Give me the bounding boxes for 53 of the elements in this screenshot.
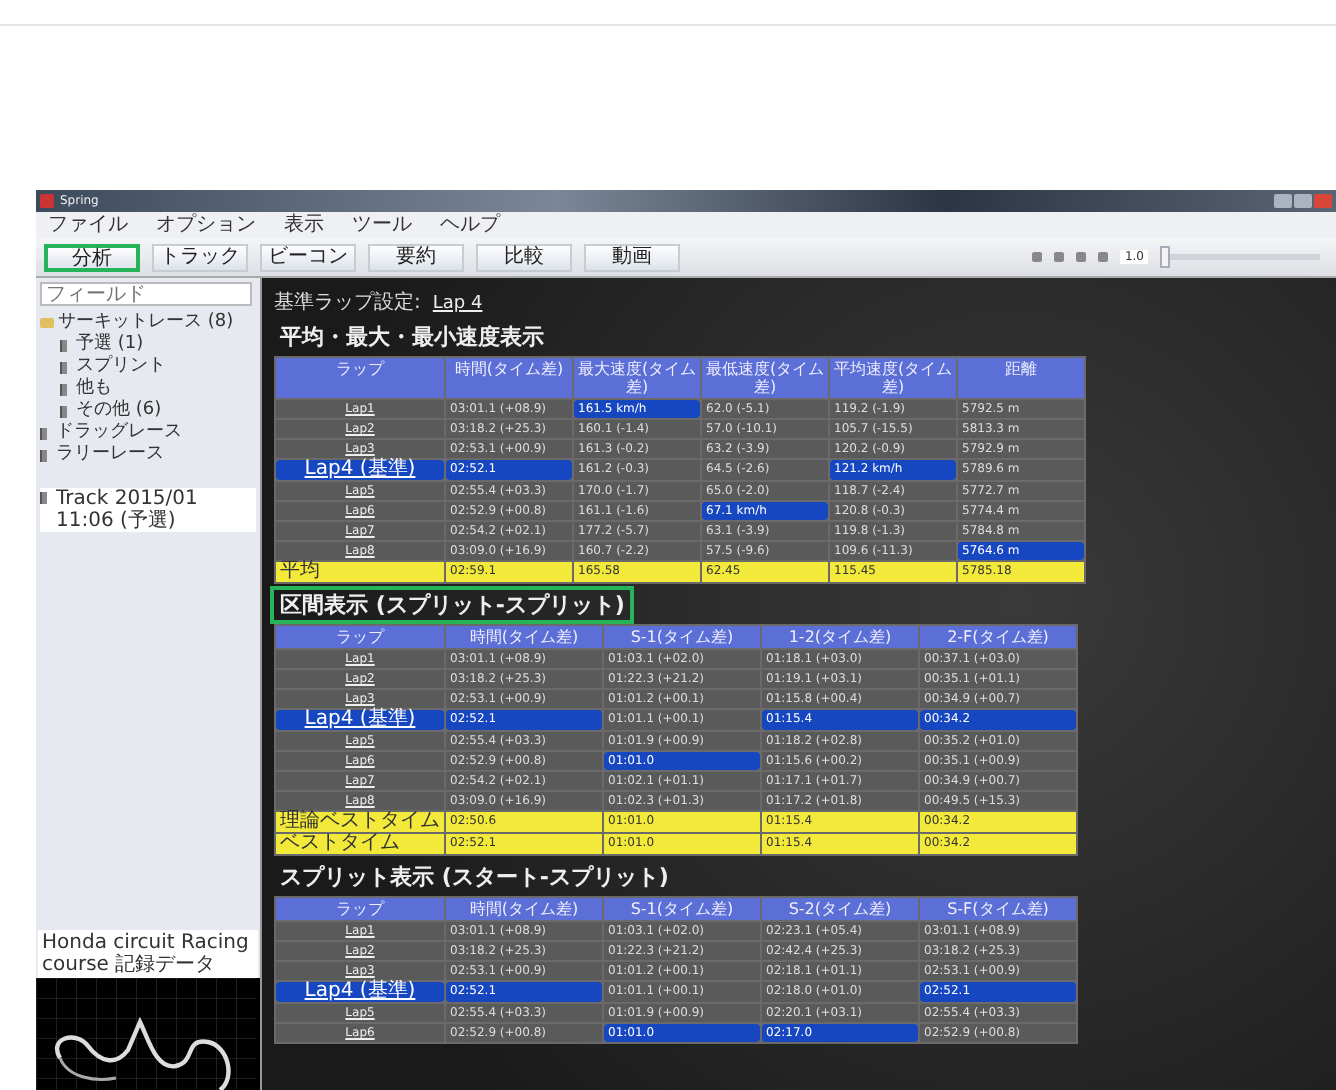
slider-thumb[interactable] bbox=[1160, 246, 1170, 268]
tree-item[interactable]: 他も bbox=[76, 378, 112, 400]
column-header: S-2(タイム差) bbox=[762, 898, 918, 920]
tree-item[interactable]: スプリント bbox=[76, 356, 166, 378]
lap-link[interactable]: Lap4 (基準) bbox=[276, 460, 444, 480]
close-button[interactable] bbox=[1314, 194, 1332, 208]
menu-item[interactable]: ツール bbox=[352, 215, 412, 235]
reference-lap-link[interactable]: Lap 4 bbox=[432, 294, 483, 314]
tree-item[interactable]: サーキットレース (8) bbox=[58, 312, 234, 334]
menu-item[interactable]: オプション bbox=[156, 215, 256, 235]
column-header: S-1(タイム差) bbox=[604, 626, 760, 648]
column-header: 時間(タイム差) bbox=[446, 358, 572, 398]
section-heading: 平均・最大・最小速度表示 bbox=[278, 322, 546, 352]
tree-item[interactable]: その他 (6) bbox=[76, 400, 162, 422]
toolbar-button[interactable]: 動画 bbox=[584, 243, 680, 271]
column-header: 1-2(タイム差) bbox=[762, 626, 918, 648]
flag-icon bbox=[40, 492, 52, 504]
column-header: 最大速度(タイム差) bbox=[574, 358, 700, 398]
toolbar-button[interactable]: 要約 bbox=[368, 243, 464, 271]
column-header: 時間(タイム差) bbox=[446, 898, 602, 920]
menu-item[interactable]: 表示 bbox=[284, 215, 324, 235]
toolbar-button[interactable]: ビーコン bbox=[260, 243, 356, 271]
column-header: 距離 bbox=[958, 358, 1084, 398]
search-field[interactable]: フィールド bbox=[40, 282, 252, 306]
lap-link[interactable]: Lap4 (基準) bbox=[276, 710, 444, 730]
section-heading: スプリット表示 (スタート-スプリット) bbox=[278, 862, 671, 892]
toolbar-button[interactable]: 分析 bbox=[44, 243, 140, 271]
column-header: S-1(タイム差) bbox=[604, 898, 760, 920]
column-header: 平均速度(タイム差) bbox=[830, 358, 956, 398]
map-caption: Honda circuit Racing course 記録データ bbox=[38, 930, 258, 978]
menu-item[interactable]: ヘルプ bbox=[440, 215, 500, 235]
column-header: 2-F(タイム差) bbox=[920, 626, 1076, 648]
minimize-button[interactable] bbox=[1274, 194, 1292, 208]
section-heading: 区間表示 (スプリット-スプリット) bbox=[274, 590, 631, 620]
table-cell: 平均 bbox=[276, 562, 444, 582]
column-header: 最低速度(タイム差) bbox=[702, 358, 828, 398]
table-cell: 理論ベストタイム bbox=[276, 812, 444, 832]
tree-item[interactable]: 予選 (1) bbox=[76, 334, 144, 356]
app-icon bbox=[40, 194, 54, 208]
column-header: 時間(タイム差) bbox=[446, 626, 602, 648]
lap-link[interactable]: Lap4 (基準) bbox=[276, 982, 444, 1002]
tree-item[interactable]: ラリーレース bbox=[56, 444, 164, 466]
maximize-button[interactable] bbox=[1294, 194, 1312, 208]
reference-label: 基準ラップ設定: bbox=[274, 289, 421, 316]
menu-item[interactable]: ファイル bbox=[48, 215, 128, 235]
column-header: S-F(タイム差) bbox=[920, 898, 1076, 920]
column-header: ラップ bbox=[276, 358, 444, 398]
column-header: ラップ bbox=[276, 898, 444, 920]
tree-item[interactable]: ドラッグレース bbox=[56, 422, 182, 444]
toolbar-button[interactable]: トラック bbox=[152, 243, 248, 271]
toolbar-button[interactable]: 比較 bbox=[476, 243, 572, 271]
column-header: ラップ bbox=[276, 626, 444, 648]
table-cell: ベストタイム bbox=[276, 834, 444, 854]
